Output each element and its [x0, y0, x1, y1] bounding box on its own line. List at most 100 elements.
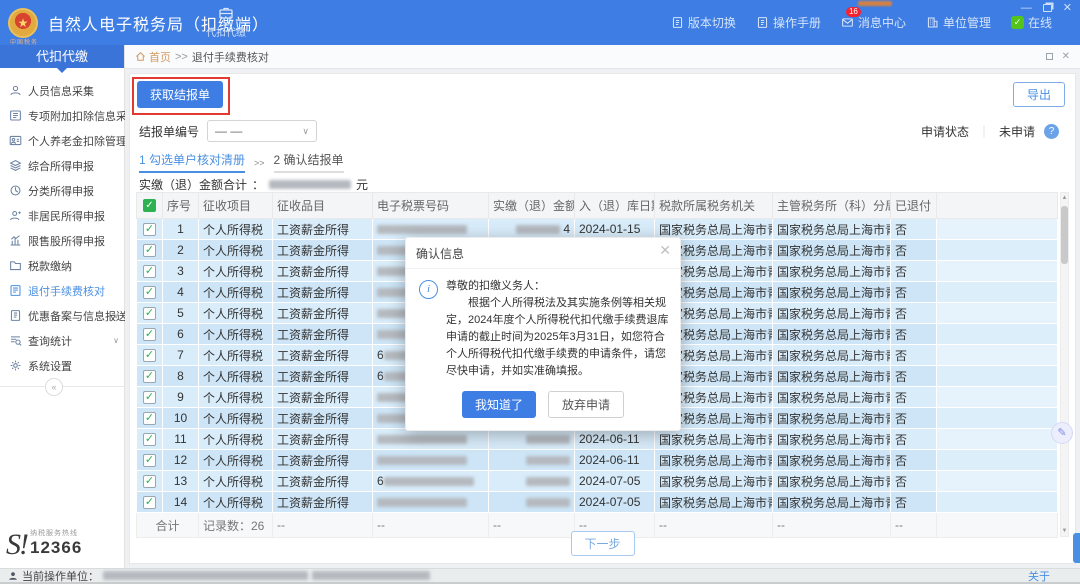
row-checkbox[interactable]: ✓ [143, 244, 156, 257]
cell-branch: 国家税务总局上海市青浦区... [773, 471, 891, 492]
sidebar-item-query-statistics[interactable]: 查询统计∨ [0, 328, 124, 353]
app-window: ★ 中国税务 自然人电子税务局（扣缴端） 代扣代缴 版本切换操作手册消息中心16… [0, 0, 1080, 584]
cell-tax-subitem: 工资薪金所得 [273, 324, 373, 345]
about-link[interactable]: 关于 [1028, 568, 1050, 584]
sidebar-item-system-settings[interactable]: 系统设置 [0, 353, 124, 378]
sidebar-collapse-icon[interactable]: « [45, 378, 63, 396]
stats-icon [9, 334, 22, 347]
dialog-cancel-button[interactable]: 放弃申请 [548, 391, 624, 418]
maximize-icon[interactable] [1043, 4, 1052, 12]
footer-record-count: 记录数：26 [199, 513, 273, 538]
sidebar-item-tax-payment[interactable]: 税款缴纳 [0, 253, 124, 278]
cell-tax-subitem: 工资薪金所得 [273, 387, 373, 408]
building-icon [926, 16, 939, 29]
statement-no-select[interactable]: — — ∨ [207, 120, 317, 142]
sidebar-item-nonresident-income[interactable]: 非居民所得申报 [0, 203, 124, 228]
select-all-checkbox[interactable]: ✓ [143, 199, 156, 212]
row-checkbox[interactable]: ✓ [143, 412, 156, 425]
cell-tax-item: 个人所得税 [199, 429, 273, 450]
nav-manual[interactable]: 操作手册 [756, 14, 821, 31]
statusbar: 当前操作单位： 关于 [0, 568, 1080, 584]
sidebar-item-restricted-stock[interactable]: 限售股所得申报 [0, 228, 124, 253]
cell-branch: 国家税务总局上海市青浦区... [773, 282, 891, 303]
next-step-button[interactable]: 下一步 [570, 531, 634, 556]
cell-seq: 2 [163, 240, 199, 261]
status-divider: ｜ [978, 123, 990, 140]
scroll-down-icon[interactable]: ▼ [1061, 527, 1068, 535]
sidebar-item-special-deduction-info[interactable]: 专项附加扣除信息采集 [0, 103, 124, 128]
cell-branch: 国家税务总局上海市青浦区... [773, 366, 891, 387]
table-row: ✓13个人所得税工资薪金所得6 2024-07-05国家税务总局上海市青浦区..… [137, 471, 1058, 492]
amount-total-redacted [269, 180, 351, 189]
tab-restore-icon[interactable] [1046, 53, 1053, 60]
cell-branch: 国家税务总局上海市青浦区... [773, 450, 891, 471]
cell-tax-item: 个人所得税 [199, 240, 273, 261]
table-scrollbar[interactable]: ▲ ▼ [1060, 192, 1069, 537]
fetch-statement-button[interactable]: 获取结报单 [137, 81, 223, 108]
row-checkbox[interactable]: ✓ [143, 391, 156, 404]
cell-tax-subitem: 工资薪金所得 [273, 492, 373, 513]
cell-seq: 1 [163, 219, 199, 240]
row-checkbox[interactable]: ✓ [143, 496, 156, 509]
tab-withholding-module[interactable]: 代扣代缴 [198, 5, 254, 39]
cell-refunded: 否 [891, 471, 937, 492]
dialog-confirm-button[interactable]: 我知道了 [462, 391, 536, 418]
nav-message-center[interactable]: 消息中心16 [841, 14, 906, 31]
cell-refunded: 否 [891, 450, 937, 471]
row-checkbox[interactable]: ✓ [143, 349, 156, 362]
sidebar-menu: 人员信息采集专项附加扣除信息采集个人养老金扣除管理综合所得申报分类所得申报非居民… [0, 68, 124, 378]
ticket-redacted [377, 456, 467, 465]
emblem-star-icon: ★ [8, 8, 38, 38]
row-checkbox[interactable]: ✓ [143, 433, 156, 446]
sidebar-item-personnel-info[interactable]: 人员信息采集 [0, 78, 124, 103]
column-header: 电子税票号码 [373, 193, 489, 219]
nav-version-switch[interactable]: 版本切换 [671, 14, 736, 31]
row-checkbox[interactable]: ✓ [143, 454, 156, 467]
row-checkbox[interactable]: ✓ [143, 370, 156, 383]
column-header: 主管税务所（科）分局 [773, 193, 891, 219]
sidebar-item-comprehensive-income[interactable]: 综合所得申报 [0, 153, 124, 178]
dialog-greeting: 尊敬的扣缴义务人： [446, 278, 670, 295]
chevron-down-icon: ∨ [302, 126, 309, 137]
tab-close-icon[interactable]: ✕ [1062, 51, 1070, 62]
sidebar-item-classified-income[interactable]: 分类所得申报 [0, 178, 124, 203]
scrollbar-thumb[interactable] [1061, 206, 1068, 264]
sidebar-item-refund-fee-check[interactable]: 退付手续费核对 [0, 278, 124, 303]
column-header: 已退付 [891, 193, 937, 219]
module-tab-label: 代扣代缴 [198, 24, 254, 39]
cell-tax-subitem: 工资薪金所得 [273, 240, 373, 261]
sidebar-item-preferential-filing[interactable]: 优惠备案与信息报送∨ [0, 303, 124, 328]
breadcrumb-current: 退付手续费核对 [192, 49, 269, 65]
minimize-icon[interactable]: — [1021, 3, 1032, 13]
apply-status-label: 申请状态 [921, 123, 969, 140]
cell-branch: 国家税务总局上海市青浦区... [773, 429, 891, 450]
amount-redacted [526, 456, 570, 465]
close-icon[interactable]: ✕ [1063, 3, 1072, 13]
row-checkbox[interactable]: ✓ [143, 286, 156, 299]
row-checkbox[interactable]: ✓ [143, 223, 156, 236]
cell-amount [489, 450, 575, 471]
current-unit-redacted [103, 571, 308, 580]
cell-tax-item: 个人所得税 [199, 387, 273, 408]
row-checkbox[interactable]: ✓ [143, 475, 156, 488]
row-checkbox[interactable]: ✓ [143, 307, 156, 320]
breadcrumb-home[interactable]: 首页 [135, 49, 171, 65]
step-tab-1[interactable]: 1 勾选单户核对清册 [139, 151, 245, 173]
feedback-pen-icon[interactable]: ✎ [1051, 422, 1073, 444]
step-tab-2[interactable]: 2 确认结报单 [274, 151, 344, 173]
nav-unit-management[interactable]: 单位管理 [926, 14, 991, 31]
cell-refunded: 否 [891, 387, 937, 408]
gear-icon [9, 359, 22, 372]
nav-online-status[interactable]: ✓在线 [1011, 14, 1052, 31]
side-float-tab[interactable] [1073, 533, 1080, 563]
dialog-close-icon[interactable]: ✕ [659, 242, 671, 259]
sidebar-item-pension-deduction[interactable]: 个人养老金扣除管理 [0, 128, 124, 153]
row-checkbox[interactable]: ✓ [143, 265, 156, 278]
cell-seq: 6 [163, 324, 199, 345]
export-button[interactable]: 导出 [1013, 82, 1065, 107]
row-checkbox[interactable]: ✓ [143, 328, 156, 341]
help-icon[interactable]: ? [1044, 124, 1059, 139]
cell-tax-subitem: 工资薪金所得 [273, 408, 373, 429]
cell-tax-subitem: 工资薪金所得 [273, 345, 373, 366]
scroll-up-icon[interactable]: ▲ [1061, 194, 1068, 202]
